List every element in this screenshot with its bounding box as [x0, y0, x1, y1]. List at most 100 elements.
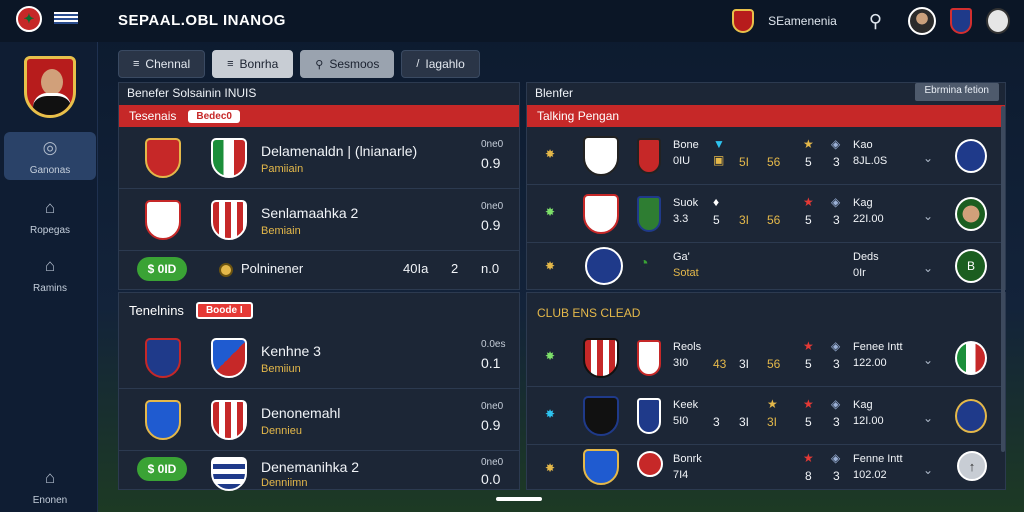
- table-row[interactable]: Kenhne 3 Bemiiun 0.0es 0.1: [119, 327, 519, 389]
- panel-chip[interactable]: Bedec0: [188, 109, 240, 123]
- search-icon[interactable]: ⚲: [869, 11, 882, 32]
- table-row[interactable]: Denonemahl Dennieu 0ne0 0.9: [119, 389, 519, 451]
- shield-icon: ◈: [831, 195, 841, 209]
- sidebar-item-ropegas[interactable]: ⌂ Ropegas: [4, 192, 96, 240]
- list-icon: ≡: [227, 58, 234, 70]
- stat-n2: 3I: [739, 357, 750, 371]
- player-name: Denonemahl: [261, 405, 341, 421]
- stat-col1: 40Ia: [403, 261, 429, 276]
- stat-n4: 5: [805, 357, 812, 371]
- player-crest-icon: [583, 136, 619, 176]
- panel-title-bar: CLUB ENS CLEAD: [527, 293, 1005, 333]
- trophy-icon: ✸: [545, 461, 556, 475]
- shield-icon: ◈: [831, 137, 841, 151]
- sidebar-item-ramins[interactable]: ⌂ Ramins: [4, 250, 96, 298]
- home-icon: ⌂: [44, 198, 56, 217]
- stat-n1: 5I: [739, 155, 750, 169]
- table-row[interactable]: $ 0ID Polninener 40Ia 2 n.0: [119, 251, 519, 289]
- table-row[interactable]: $ 0ID Denemanihka 2 Denniimn 0ne0 0.0: [119, 451, 519, 491]
- price-pill[interactable]: $ 0ID: [137, 257, 187, 281]
- club-crest-icon[interactable]: B: [955, 249, 987, 283]
- tab-label: Bonrha: [239, 57, 279, 71]
- stat-value: 0.9: [481, 155, 501, 171]
- chevron-down-icon[interactable]: ⌄: [923, 411, 933, 425]
- table-row[interactable]: ✸ Bone 0IU ▼ ▣ 5I 56 ★ 5 ◈ 3 Kao 8JL.0S …: [527, 127, 1005, 185]
- stat-n4: 8: [805, 469, 812, 483]
- panel-title: Tesenais: [129, 109, 177, 123]
- stat-label: 0ne0: [481, 401, 504, 412]
- tab-label: Sesmoos: [329, 57, 380, 71]
- tab-sesmoos[interactable]: ⚲ Sesmoos: [300, 50, 395, 78]
- code-value: 3.3: [673, 213, 689, 225]
- user-name[interactable]: SEamenenia: [768, 14, 837, 28]
- player-position: Dennieu: [261, 425, 302, 437]
- player-crest-icon: [583, 449, 619, 485]
- chevron-down-icon[interactable]: ⌄: [923, 353, 933, 367]
- club-crest-icon: [637, 196, 661, 232]
- club-crest-icon: [585, 247, 623, 285]
- table-row[interactable]: Delamenaldn | (lnianarle) Pamiiain 0ne0 …: [119, 127, 519, 189]
- sidebar-item-enonen[interactable]: ⌂ Enonen: [4, 462, 96, 510]
- star-icon: ★: [803, 339, 814, 353]
- table-row[interactable]: ✸ Suok 3.3 ♦ 5 3I 56 ★ 5 ◈ 3 Kag 22I.00 …: [527, 185, 1005, 243]
- code: Bone: [673, 139, 699, 151]
- score: 122.00: [853, 357, 887, 369]
- home-icon: ⌂: [44, 256, 56, 275]
- price-pill[interactable]: $ 0ID: [137, 457, 187, 481]
- panel-title: Talking Pengan: [537, 109, 620, 123]
- person-icon: ◎: [42, 138, 58, 157]
- home-indicator[interactable]: [496, 497, 542, 501]
- trophy-icon: ✸: [545, 349, 556, 363]
- table-row[interactable]: ✸ ◔ Ga' Sotat Deds 0Ir ⌄ B: [527, 243, 1005, 289]
- stat-top: Fenee Intt: [853, 341, 903, 353]
- player-avatar[interactable]: [955, 197, 987, 231]
- stat-n1: 3: [713, 415, 720, 429]
- tab-label: Chennal: [145, 57, 191, 71]
- app-logo-icon[interactable]: ✦: [16, 6, 42, 32]
- sidebar-item-ganonas[interactable]: ◎ Ganonas: [4, 132, 96, 180]
- profile-badge[interactable]: [24, 56, 76, 118]
- club-crest-icon: [211, 457, 247, 491]
- profile-face: [41, 69, 63, 95]
- panel-title-bar: Tenelnins Boode I: [119, 293, 519, 327]
- shield-icon: ♦: [713, 195, 720, 209]
- more-button[interactable]: ↑: [957, 451, 987, 481]
- stat-n4: 5: [805, 213, 812, 227]
- tab-iagahlo[interactable]: / Iagahlo: [401, 50, 480, 78]
- chevron-down-icon[interactable]: ⌄: [923, 209, 933, 223]
- panel-header: Blenfer Ebrmina fetion: [527, 83, 1005, 105]
- scrollbar[interactable]: [1001, 106, 1005, 452]
- stat-label: 0ne0: [481, 457, 504, 468]
- panel-title-bar: Tesenais Bedec0: [119, 105, 519, 127]
- stat-n2: 3I: [739, 213, 750, 227]
- club-crest-icon[interactable]: [955, 399, 987, 433]
- filter-button[interactable]: Ebrmina fetion: [914, 83, 999, 101]
- club-crest-icon[interactable]: [955, 341, 987, 375]
- club-badge-icon[interactable]: [732, 9, 755, 33]
- refresh-icon: ◔: [639, 255, 649, 272]
- club-crest-icon[interactable]: [955, 139, 987, 173]
- panel-chip[interactable]: Boode I: [195, 301, 253, 319]
- club-crest-icon: [145, 200, 181, 240]
- avatar[interactable]: [908, 7, 936, 35]
- stat-col2: 2: [451, 261, 459, 276]
- tab-chennal[interactable]: ≡ Chennal: [118, 50, 206, 78]
- chevron-down-icon[interactable]: ⌄: [923, 151, 933, 165]
- table-row[interactable]: Senlamaahka 2 Bemiain 0ne0 0.9: [119, 189, 519, 251]
- sidebar-item-label: Ganonas: [29, 165, 71, 176]
- score: 102.02: [853, 469, 887, 481]
- stat-n3: 56: [767, 357, 781, 371]
- code: Suok: [673, 197, 699, 209]
- player-name: Delamenaldn | (lnianarle): [261, 143, 418, 159]
- club-crest-icon: [637, 138, 661, 174]
- chevron-down-icon[interactable]: ⌄: [923, 261, 933, 275]
- player-position: Denniimn: [261, 477, 308, 489]
- tab-bonrha[interactable]: ≡ Bonrha: [212, 50, 294, 78]
- table-row[interactable]: ✸ Keek 5I0 3 3I ★ 3I ★ 5 ◈ 3 Kag 12I.00 …: [527, 387, 1005, 445]
- table-row[interactable]: ✸ Bonrk 7I4 ★ 8 ◈ 3 Fenne Intt 102.02 ⌄ …: [527, 445, 1005, 489]
- settings-crest-icon[interactable]: [986, 8, 1010, 34]
- table-row[interactable]: ✸ Reols 3I0 43 3I 56 ★ 5 ◈ 3 Fenee Intt …: [527, 329, 1005, 387]
- crest-icon[interactable]: [950, 8, 972, 34]
- score: 12I.00: [853, 415, 884, 427]
- chevron-down-icon[interactable]: ⌄: [923, 463, 933, 477]
